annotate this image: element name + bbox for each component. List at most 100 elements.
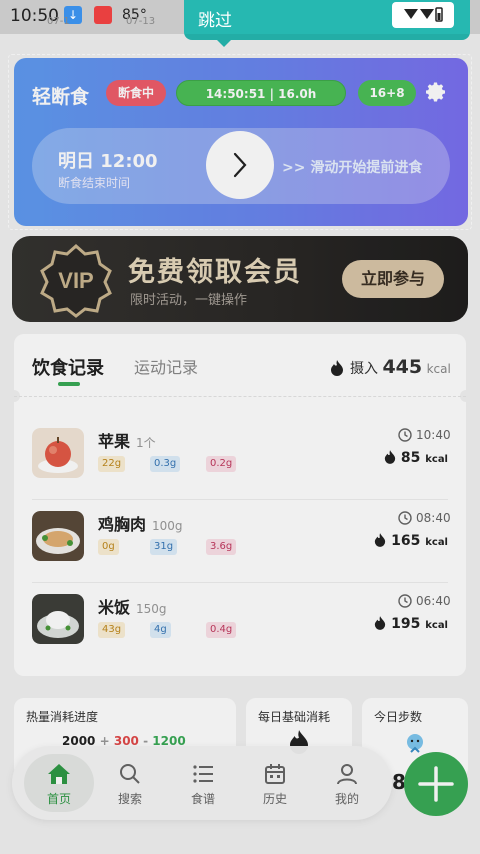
food-name-text: 苹果 <box>98 432 131 451</box>
gear-icon[interactable] <box>424 80 448 104</box>
slider-knob[interactable] <box>206 131 274 199</box>
fasting-plan-button[interactable]: 16+8 <box>358 80 416 106</box>
nav-history[interactable]: 历史 <box>240 754 310 812</box>
fasting-card: 轻断食 断食中 14:50:51 | 16.0h 16+8 明日 12:00 断… <box>14 58 468 226</box>
apple-image <box>32 428 84 478</box>
food-kcal: 195 kcal <box>374 616 448 632</box>
record-card: 饮食记录 运动记录 摄入 445 kcal 苹果 1个 22g 0.3g 0.2g… <box>8 334 472 676</box>
protein-badge: 31g <box>150 539 178 555</box>
nav-home[interactable]: 首页 <box>24 754 94 812</box>
carb-badge: 0g <box>98 539 119 555</box>
carb-badge: 43g <box>98 622 126 638</box>
flame-icon <box>375 616 386 630</box>
system-status-pill <box>392 2 454 28</box>
intake-value: 445 <box>382 356 423 378</box>
food-kcal-unit: kcal <box>425 454 448 465</box>
fat-badge: 3.6g <box>206 539 237 555</box>
item-divider <box>32 499 448 500</box>
signal-battery-icon <box>404 7 443 22</box>
food-kcal-unit: kcal <box>425 620 448 631</box>
fat-badge: 0.4g <box>206 622 237 638</box>
vip-join-button[interactable]: 立即参与 <box>342 260 444 298</box>
walking-mascot-icon <box>407 734 423 753</box>
intake-summary: 摄入 445 kcal <box>350 356 451 378</box>
search-icon <box>120 764 140 784</box>
item-divider <box>32 582 448 583</box>
nav-search[interactable]: 搜索 <box>95 754 165 812</box>
flame-icon <box>331 360 343 376</box>
fasting-end-time: 明日 12:00 <box>58 151 158 172</box>
early-eating-slider[interactable]: 明日 12:00 断食结束时间 >> 滑动开始提前进食 <box>32 128 450 204</box>
clock-icon <box>398 511 412 525</box>
intake-label: 摄入 <box>350 361 378 377</box>
food-kcal-unit: kcal <box>425 537 448 548</box>
intake-unit: kcal <box>426 362 451 376</box>
fasting-status-badge: 断食中 <box>106 80 166 106</box>
food-kcal: 85 kcal <box>384 450 448 466</box>
steps-title: 今日步数 <box>374 710 423 724</box>
bottom-nav: 首页 搜索 食谱 历史 我的 <box>12 746 392 820</box>
tab-diet-record[interactable]: 饮食记录 <box>32 354 104 380</box>
food-kcal: 165 kcal <box>374 533 448 549</box>
app-notification-icon <box>94 6 112 24</box>
clock-icon <box>398 428 412 442</box>
plus-icon <box>418 766 454 802</box>
add-record-button[interactable] <box>404 752 468 816</box>
tab-exercise-record[interactable]: 运动记录 <box>134 354 198 378</box>
list-icon <box>193 765 213 783</box>
nav-home-label: 首页 <box>46 792 71 806</box>
vip-banner[interactable]: VIP 免费领取会员 限时活动，一键操作 立即参与 <box>12 236 468 322</box>
food-kcal-value: 195 <box>391 616 421 632</box>
food-time: 06:40 <box>416 594 451 608</box>
food-time: 08:40 <box>416 511 451 525</box>
nav-profile-label: 我的 <box>334 792 359 806</box>
skip-banner: 跳过 <box>184 0 470 47</box>
food-name: 米饭 150g <box>98 594 167 618</box>
calendar-icon <box>265 764 285 784</box>
protein-badge: 4g <box>150 622 171 638</box>
fasting-title: 轻断食 <box>32 86 90 108</box>
vip-badge-text: VIP <box>58 268 93 293</box>
nav-recipes[interactable]: 食谱 <box>168 754 238 812</box>
chicken-breast-image <box>32 511 84 561</box>
nav-profile[interactable]: 我的 <box>312 754 382 812</box>
vip-badge-icon: VIP <box>40 243 112 318</box>
flame-icon <box>375 533 386 547</box>
food-time: 10:40 <box>416 428 451 442</box>
food-qty: 100g <box>152 519 183 533</box>
chevron-right-icon <box>233 152 247 178</box>
food-item[interactable]: 鸡胸肉 100g 0g 31g 3.6g 08:40 165 kcal <box>14 501 466 583</box>
person-icon <box>337 764 357 785</box>
flame-icon <box>384 450 396 464</box>
vip-subtitle: 限时活动，一键操作 <box>130 293 248 308</box>
home-icon <box>48 764 70 784</box>
slide-hint: >> 滑动开始提前进食 <box>282 160 423 176</box>
food-kcal-value: 85 <box>400 450 421 466</box>
vip-title: 免费领取会员 <box>128 257 302 288</box>
clock-icon <box>398 594 412 608</box>
fasting-timer: 14:50:51 | 16.0h <box>176 80 346 106</box>
food-name: 鸡胸肉 100g <box>98 511 183 535</box>
food-qty: 1个 <box>136 436 156 450</box>
rice-image <box>32 594 84 644</box>
status-date-right: 07-13 <box>126 16 156 27</box>
food-item[interactable]: 苹果 1个 22g 0.3g 0.2g 10:40 85 kcal <box>14 418 466 500</box>
fat-badge: 0.2g <box>206 456 237 472</box>
carb-badge: 22g <box>98 456 126 472</box>
tab-indicator <box>58 382 80 386</box>
nav-recipes-label: 食谱 <box>190 792 215 806</box>
food-kcal-value: 165 <box>391 533 421 549</box>
nav-history-label: 历史 <box>262 792 287 806</box>
calorie-burn-title: 热量消耗进度 <box>26 710 99 724</box>
food-name: 苹果 1个 <box>98 428 156 452</box>
food-name-text: 鸡胸肉 <box>98 515 147 534</box>
food-name-text: 米饭 <box>98 598 131 617</box>
fasting-end-label: 断食结束时间 <box>58 176 131 190</box>
bmr-title: 每日基础消耗 <box>258 710 331 724</box>
food-item[interactable]: 米饭 150g 43g 4g 0.4g 06:40 195 kcal <box>14 584 466 666</box>
skip-button[interactable]: 跳过 <box>198 6 232 31</box>
protein-badge: 0.3g <box>150 456 181 472</box>
divider <box>14 396 466 397</box>
status-date-left: 07-1 <box>47 16 70 27</box>
food-qty: 150g <box>136 602 167 616</box>
